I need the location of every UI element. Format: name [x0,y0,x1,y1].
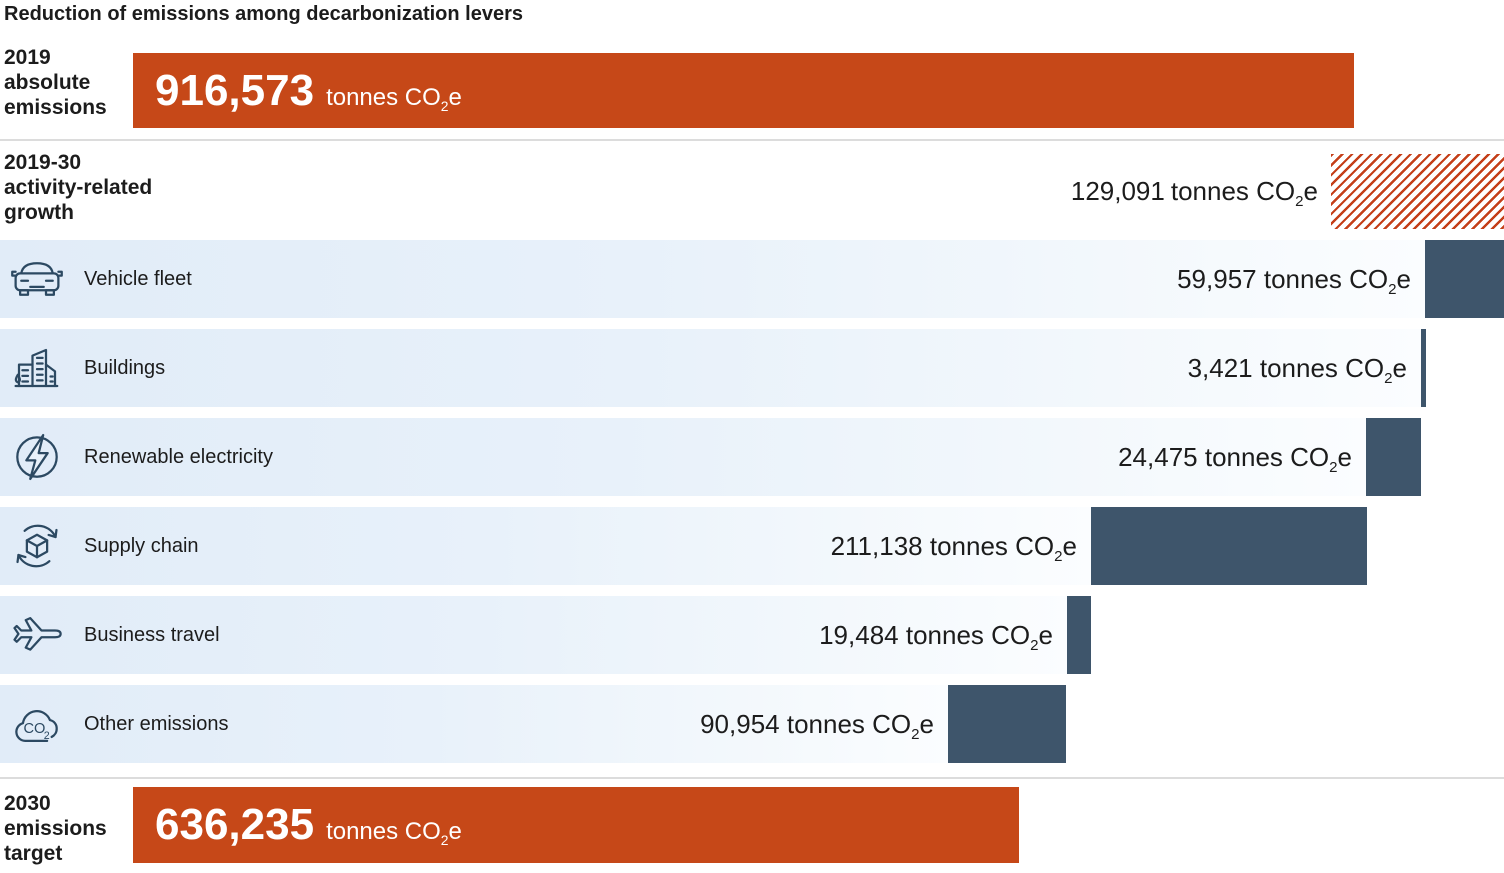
lever-value: 3,421 tonnes CO2e [1188,329,1407,407]
lever-row-buildings: Buildings 3,421 tonnes CO2e [0,329,1504,407]
reduction-bar-buildings [1421,329,1426,407]
lever-band: Business travel 19,484 tonnes CO2e [0,596,1067,674]
supply-chain-icon [10,519,64,573]
lever-value: 59,957 tonnes CO2e [1177,240,1411,318]
start-section-label: 2019 absolute emissions [4,45,107,120]
lever-row-vehicle-fleet: Vehicle fleet 59,957 tonnes CO2e [0,240,1504,318]
lever-row-renewable-electricity: Renewable electricity 24,475 tonnes CO2e [0,418,1504,496]
lever-band: Supply chain 211,138 tonnes CO2e [0,507,1091,585]
lever-value: 19,484 tonnes CO2e [819,596,1053,674]
lever-label: Buildings [84,329,165,407]
growth-value: 129,091tonnes CO2e [1071,154,1318,229]
lever-label: Renewable electricity [84,418,273,496]
lever-band: Renewable electricity 24,475 tonnes CO2e [0,418,1366,496]
reduction-bar-other-emissions [948,685,1066,763]
lever-value: 90,954 tonnes CO2e [700,685,934,763]
section-divider [0,139,1504,141]
growth-hatched-bar [1331,154,1504,229]
airplane-icon [10,608,64,662]
lever-band: Buildings 3,421 tonnes CO2e [0,329,1421,407]
lightning-icon [10,430,64,484]
buildings-icon [10,341,64,395]
lever-label: Other emissions [84,685,229,763]
lever-band: Vehicle fleet 59,957 tonnes CO2e [0,240,1425,318]
reduction-bar-supply-chain [1091,507,1367,585]
svg-text:CO: CO [24,721,46,737]
lever-label: Business travel [84,596,220,674]
start-total-bar: 916,573 tonnes CO2e [133,53,1354,128]
lever-row-business-travel: Business travel 19,484 tonnes CO2e [0,596,1504,674]
lever-label: Supply chain [84,507,199,585]
growth-value-number: 129,091 [1071,176,1165,206]
target-unit: tonnes CO2e [326,818,462,845]
reduction-bar-renewable-electricity [1366,418,1421,496]
section-divider [0,777,1504,779]
lever-value: 24,475 tonnes CO2e [1118,418,1352,496]
target-value: 636,235 [155,800,314,849]
start-unit: tonnes CO2e [326,84,462,111]
lever-row-supply-chain: Supply chain 211,138 tonnes CO2e [0,507,1504,585]
lever-label: Vehicle fleet [84,240,192,318]
car-icon [10,252,64,306]
growth-section-label: 2019-30 activity-related growth [4,150,152,225]
chart-title: Reduction of emissions among decarboniza… [4,3,523,26]
reduction-bar-business-travel [1067,596,1091,674]
growth-unit: tonnes CO2e [1171,176,1318,206]
emissions-waterfall-chart: Reduction of emissions among decarboniza… [0,0,1504,863]
lever-row-other-emissions: CO 2 Other emissions 90,954 tonnes CO2e [0,685,1504,763]
lever-value: 211,138 tonnes CO2e [831,507,1077,585]
svg-text:2: 2 [44,730,50,742]
reduction-bar-vehicle-fleet [1425,240,1504,318]
lever-band: CO 2 Other emissions 90,954 tonnes CO2e [0,685,948,763]
co2-cloud-icon: CO 2 [10,697,64,751]
target-total-bar: 636,235 tonnes CO2e [133,787,1019,863]
target-section-label: 2030 emissions target [4,791,107,866]
start-value: 916,573 [155,66,314,115]
